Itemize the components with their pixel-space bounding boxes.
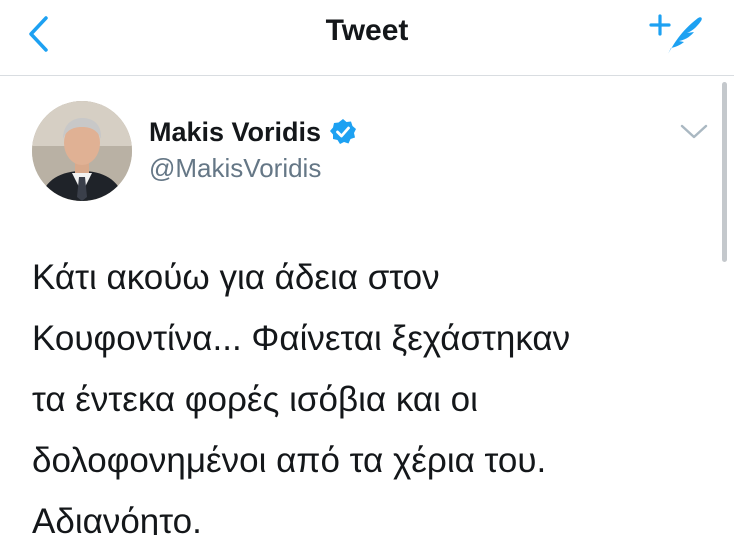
navigation-bar: Tweet: [0, 0, 734, 76]
chevron-down-icon: [680, 124, 708, 139]
tweet-text-line: Κάτι ακούω για άδεια στον: [32, 258, 440, 297]
author-name[interactable]: Makis Voridis: [149, 117, 321, 148]
tweet-text: Κάτι ακούω για άδεια στον Κουφοντίνα... …: [32, 247, 712, 535]
author-handle[interactable]: @MakisVoridis: [149, 153, 321, 184]
compose-tweet-icon: [649, 14, 702, 54]
author-photo: [32, 101, 132, 201]
compose-tweet-button[interactable]: [648, 10, 706, 60]
tweet-text-line: Κουφοντίνα... Φαίνεται ξεχάστηκαν: [32, 319, 571, 358]
verified-badge-icon: [330, 119, 357, 144]
author-name-row: Makis Voridis: [149, 115, 357, 149]
scrollbar[interactable]: [722, 82, 727, 262]
page-title: Tweet: [325, 14, 409, 47]
tweet-text-line: τα έντεκα φορές ισόβια και οι: [32, 380, 478, 419]
tweet-options-button[interactable]: [678, 121, 710, 143]
tweet-detail: Makis Voridis @MakisVoridis Κάτι ακούω γ…: [0, 77, 734, 535]
tweet-text-line: δολοφονημένοι από τα χέρια του.: [32, 441, 547, 480]
avatar[interactable]: [32, 101, 132, 201]
tweet-text-line: Αδιανόητο.: [32, 502, 202, 535]
